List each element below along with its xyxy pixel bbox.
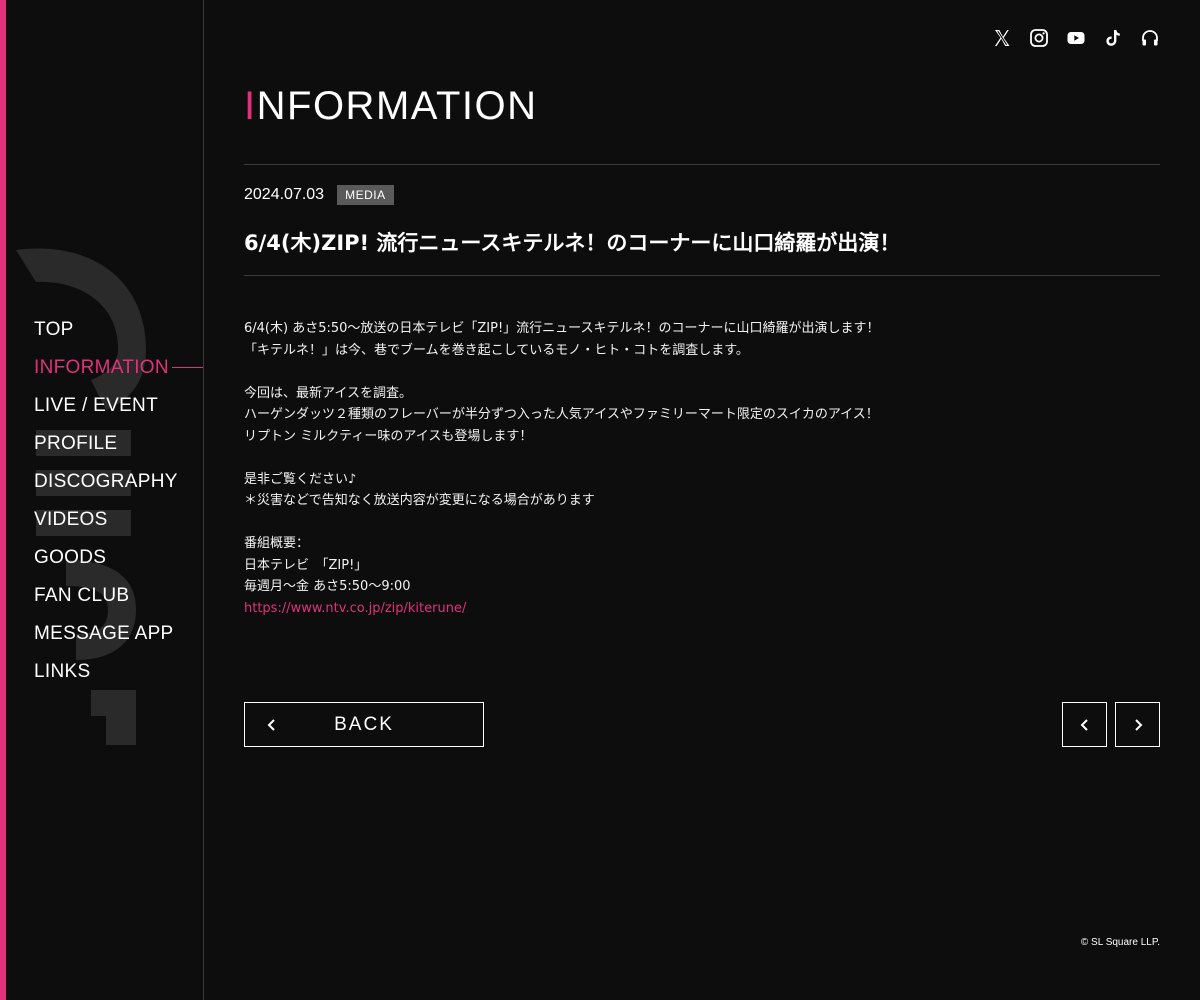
headphones-icon[interactable] xyxy=(1140,28,1160,48)
page-title-rest: NFORMATION xyxy=(256,84,538,128)
main-nav: TOP INFORMATION LIVE / EVENT PROFILE DIS… xyxy=(34,311,203,691)
social-links xyxy=(992,28,1160,48)
article-meta: 2024.07.03 MEDIA xyxy=(244,185,394,205)
divider-bottom xyxy=(244,275,1160,276)
prev-article-button[interactable] xyxy=(1062,702,1107,747)
instagram-icon[interactable] xyxy=(1029,28,1049,48)
nav-item-discography[interactable]: DISCOGRAPHY xyxy=(34,463,203,501)
back-button-label: BACK xyxy=(334,713,394,735)
category-badge: MEDIA xyxy=(337,185,394,205)
page-title-initial: I xyxy=(244,84,257,128)
body-line: ＊災害などで告知なく放送内容が変更になる場合があります xyxy=(244,493,595,508)
nav-item-videos[interactable]: VIDEOS xyxy=(34,501,203,539)
youtube-icon[interactable] xyxy=(1066,28,1086,48)
nav-item-information[interactable]: INFORMATION xyxy=(34,349,203,387)
chevron-left-icon xyxy=(1080,718,1088,731)
tiktok-icon[interactable] xyxy=(1103,28,1123,48)
article-body: 6/4(木) あさ5:50〜放送の日本テレビ「ZIP!」流行ニュースキテルネ！の… xyxy=(244,318,1160,619)
nav-item-message-app[interactable]: MESSAGE APP xyxy=(34,615,203,653)
nav-item-links[interactable]: LINKS xyxy=(34,653,203,691)
article-headline: 6/4(木)ZIP! 流行ニュースキテルネ！のコーナーに山口綺羅が出演！ xyxy=(244,231,901,255)
body-line: 毎週月〜金 あさ5:50〜9:00 xyxy=(244,579,411,594)
nav-item-top[interactable]: TOP xyxy=(34,311,203,349)
chevron-left-icon xyxy=(267,719,275,731)
body-line: 今回は、最新アイスを調査。 xyxy=(244,385,412,401)
body-line: 6/4(木) あさ5:50〜放送の日本テレビ「ZIP!」流行ニュースキテルネ！の… xyxy=(244,321,880,336)
nav-item-live-event[interactable]: LIVE / EVENT xyxy=(34,387,203,425)
back-button[interactable]: BACK xyxy=(244,702,484,747)
nav-item-fan-club[interactable]: FAN CLUB xyxy=(34,577,203,615)
body-line: 「キテルネ！」は今、巷でブームを巻き起こしているモノ・ヒト・コトを調査します。 xyxy=(244,342,749,358)
chevron-right-icon xyxy=(1134,718,1142,731)
article-date: 2024.07.03 xyxy=(244,186,325,203)
program-link[interactable]: https://www.ntv.co.jp/zip/kiterune/ xyxy=(244,601,466,616)
nav-item-profile[interactable]: PROFILE xyxy=(34,425,203,463)
copyright: © SL Square LLP. xyxy=(1080,937,1160,948)
body-line: 番組概要： xyxy=(244,536,310,551)
divider-top xyxy=(244,164,1160,165)
body-line: ハーゲンダッツ２種類のフレーバーが半分ずつ入った人気アイスやファミリーマート限定… xyxy=(244,407,879,422)
body-line: 日本テレビ 「ZIP!」 xyxy=(244,557,368,573)
page-title: INFORMATION xyxy=(244,84,538,129)
body-line: リプトン ミルクティー味のアイスも登場します！ xyxy=(244,428,533,444)
body-line: 是非ご覧ください♪ xyxy=(244,471,357,487)
x-icon[interactable] xyxy=(992,28,1012,48)
next-article-button[interactable] xyxy=(1115,702,1160,747)
nav-item-goods[interactable]: GOODS xyxy=(34,539,203,577)
sidebar: TOP INFORMATION LIVE / EVENT PROFILE DIS… xyxy=(6,0,204,1000)
